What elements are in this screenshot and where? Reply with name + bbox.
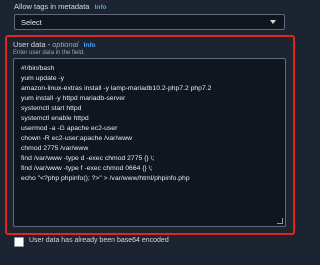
user-data-info-link[interactable]: Info: [84, 42, 96, 49]
user-data-label-text: User data: [13, 40, 46, 49]
user-data-script: #!/bin/bash yum update -y amazon-linux-e…: [21, 64, 211, 184]
user-data-textarea[interactable]: #!/bin/bash yum update -y amazon-linux-e…: [13, 58, 286, 227]
script-line: echo "<?php phpinfo(); ?>" > /var/www/ht…: [21, 175, 190, 182]
resize-handle-icon[interactable]: [277, 218, 283, 224]
script-line: find /var/www -type f -exec chmod 0664 {…: [21, 165, 153, 172]
base64-encoded-checkbox[interactable]: [14, 237, 24, 247]
base64-encoded-label: User data has already been base64 encode…: [29, 237, 169, 244]
script-line: find /var/www -type d -exec chmod 2775 {…: [21, 155, 155, 162]
script-line: yum update -y: [21, 75, 65, 82]
metadata-tags-select-value: Select: [21, 18, 42, 27]
script-line: systemctl start httpd: [21, 105, 82, 112]
script-line: amazon-linux-extras install -y lamp-mari…: [21, 85, 212, 92]
metadata-tags-label-text: Allow tags in metadata: [14, 2, 90, 11]
script-line: usermod -a -G apache ec2-user: [21, 125, 118, 132]
metadata-tags-label: Allow tags in metadata Info: [14, 2, 106, 11]
user-data-hint: Enter user data in the field.: [13, 50, 85, 56]
script-line: systemctl enable httpd: [21, 115, 89, 122]
caret-down-icon: [270, 20, 276, 24]
script-line: yum install -y httpd mariadb-server: [21, 95, 126, 102]
script-line: chown -R ec2-user:apache /var/www: [21, 135, 133, 142]
user-data-label: User data - optional Info: [13, 40, 96, 49]
user-data-optional-text: optional: [52, 40, 79, 49]
script-line: #!/bin/bash: [21, 65, 55, 72]
script-line: chmod 2775 /var/www: [21, 145, 89, 152]
metadata-tags-select[interactable]: Select: [14, 14, 285, 30]
metadata-tags-info-link[interactable]: Info: [95, 4, 107, 11]
